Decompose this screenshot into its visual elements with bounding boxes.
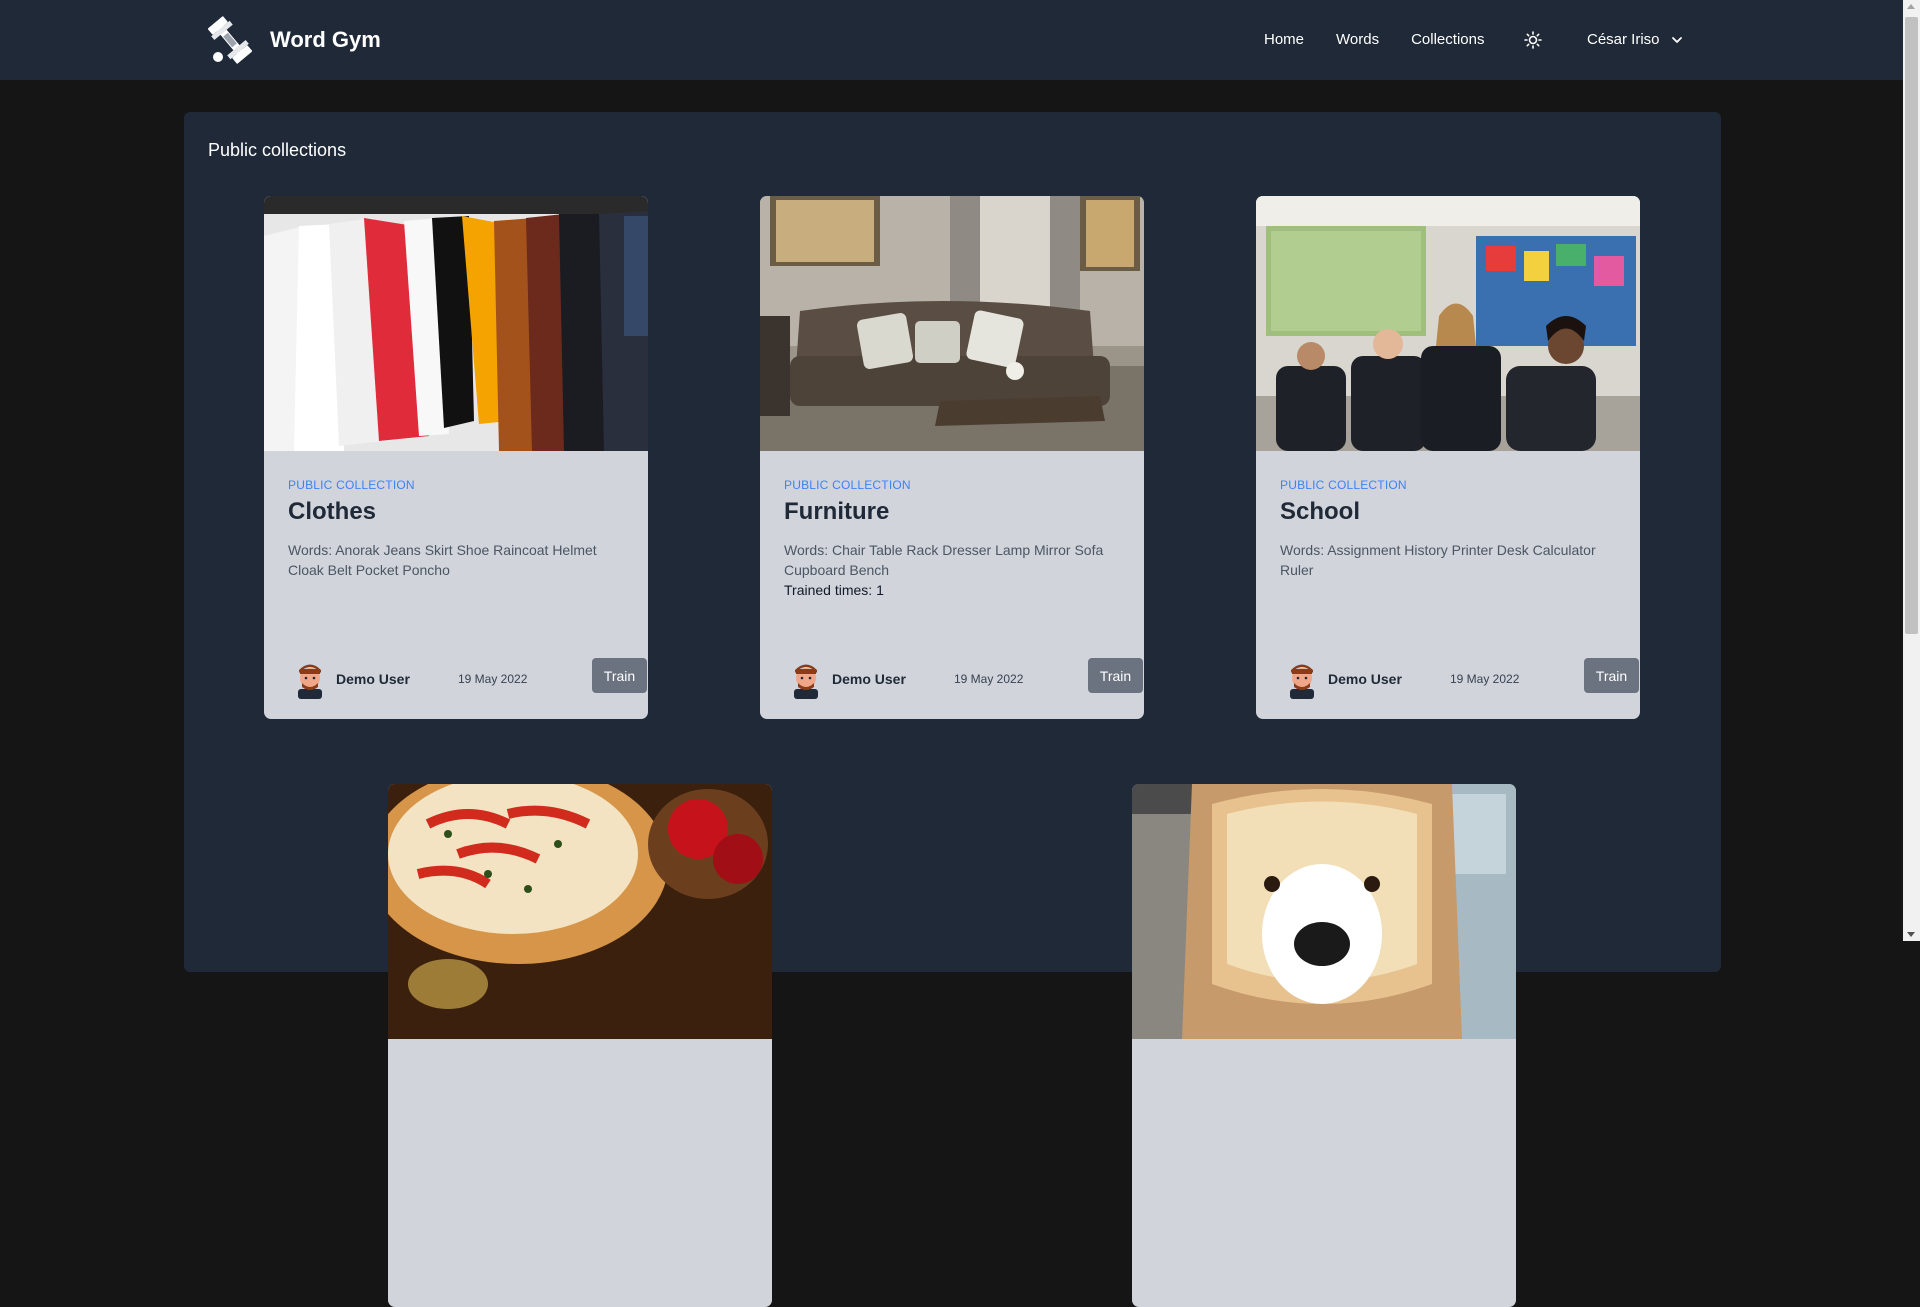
collection-date: 19 May 2022 bbox=[954, 672, 1024, 686]
collection-date: 19 May 2022 bbox=[1450, 672, 1520, 686]
collection-kicker: PUBLIC COLLECTION bbox=[1280, 478, 1407, 492]
sun-icon bbox=[1524, 31, 1542, 49]
nav-words[interactable]: Words bbox=[1336, 31, 1379, 48]
collection-image-clothes bbox=[264, 196, 648, 451]
brand-link[interactable]: Word Gym bbox=[206, 15, 381, 65]
author-name: Demo User bbox=[336, 671, 410, 687]
dumbbell-logo-icon bbox=[207, 16, 253, 64]
avatar bbox=[1290, 664, 1314, 699]
page-scrollbar[interactable] bbox=[1903, 0, 1920, 941]
scrollbar-thumb[interactable] bbox=[1905, 17, 1918, 634]
collection-kicker: PUBLIC COLLECTION bbox=[784, 478, 911, 492]
scroll-up-arrow-icon[interactable] bbox=[1907, 4, 1915, 9]
collection-card-school: PUBLIC COLLECTION School Words: Assignme… bbox=[1256, 196, 1640, 719]
collections-panel: Public collections PUBLIC COLLECTION Clo… bbox=[184, 112, 1721, 1307]
collection-card-furniture: PUBLIC COLLECTION Furniture Words: Chair… bbox=[760, 196, 1144, 719]
user-name: César Iriso bbox=[1587, 31, 1660, 48]
collection-image-furniture bbox=[760, 196, 1144, 451]
author-name: Demo User bbox=[1328, 671, 1402, 687]
collection-kicker: PUBLIC COLLECTION bbox=[288, 478, 415, 492]
chevron-down-icon bbox=[1671, 36, 1682, 43]
trained-count: Trained times: 1 bbox=[784, 582, 884, 598]
card-footer: Demo User 19 May 2022 Train bbox=[288, 656, 647, 700]
train-button[interactable]: Train bbox=[1088, 658, 1143, 693]
theme-toggle-button[interactable] bbox=[1522, 29, 1544, 51]
train-button[interactable]: Train bbox=[1584, 658, 1639, 693]
card-footer: Demo User 19 May 2022 Train bbox=[1280, 656, 1639, 700]
collection-image-school bbox=[1256, 196, 1640, 451]
user-menu[interactable]: César Iriso bbox=[1587, 31, 1684, 48]
collection-image-food bbox=[388, 784, 772, 1039]
avatar bbox=[298, 664, 322, 699]
scroll-down-arrow-icon[interactable] bbox=[1907, 932, 1915, 937]
collection-words: Words: Chair Table Rack Dresser Lamp Mir… bbox=[784, 542, 1104, 578]
collection-words: Words: Assignment History Printer Desk C… bbox=[1280, 542, 1596, 578]
main-nav: Home Words Collections bbox=[1264, 31, 1516, 48]
collection-title[interactable]: Clothes bbox=[288, 498, 376, 526]
author-name: Demo User bbox=[832, 671, 906, 687]
nav-collections[interactable]: Collections bbox=[1411, 31, 1484, 48]
brand-name: Word Gym bbox=[270, 27, 381, 52]
navbar: Word Gym Home Words Collections César Ir… bbox=[0, 0, 1903, 80]
collection-card-food bbox=[388, 784, 772, 1307]
page-title: Public collections bbox=[208, 140, 347, 160]
collection-card-animals bbox=[1132, 784, 1516, 1307]
avatar bbox=[794, 664, 818, 699]
collection-words: Words: Anorak Jeans Skirt Shoe Raincoat … bbox=[288, 542, 597, 578]
collection-card-clothes: PUBLIC COLLECTION Clothes Words: Anorak … bbox=[264, 196, 648, 719]
collection-image-animals bbox=[1132, 784, 1516, 1039]
collection-title[interactable]: School bbox=[1280, 498, 1360, 526]
collection-date: 19 May 2022 bbox=[458, 672, 528, 686]
collection-title[interactable]: Furniture bbox=[784, 498, 889, 526]
train-button[interactable]: Train bbox=[592, 658, 647, 693]
card-footer: Demo User 19 May 2022 Train bbox=[784, 656, 1143, 700]
nav-home[interactable]: Home bbox=[1264, 31, 1304, 48]
